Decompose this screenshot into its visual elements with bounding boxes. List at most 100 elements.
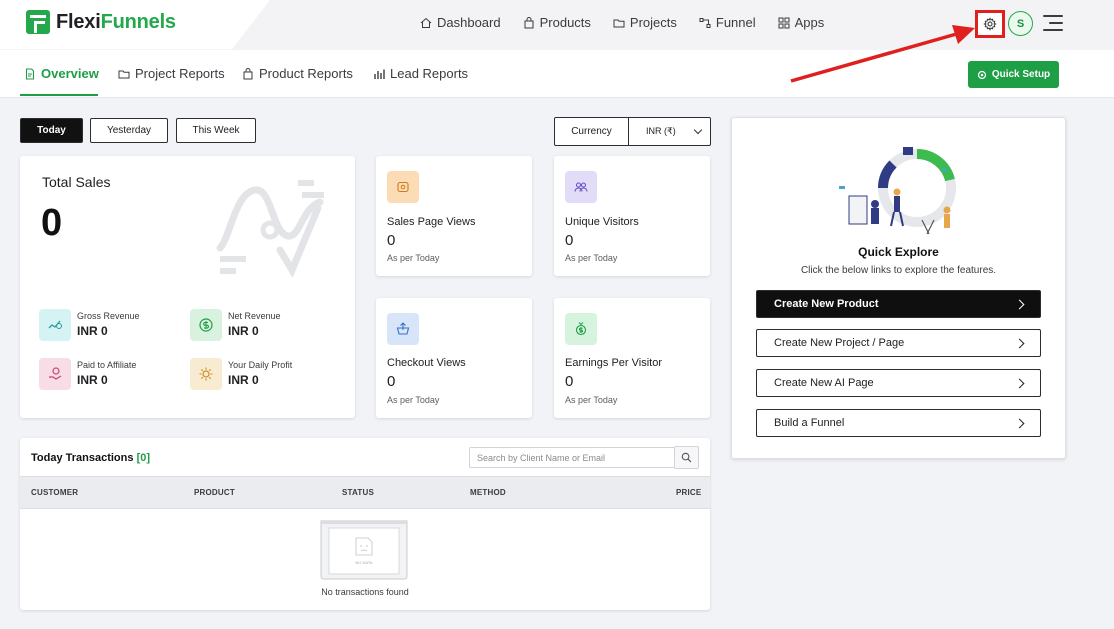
nav-dashboard[interactable]: Dashboard	[420, 15, 501, 30]
stat-subtext: As per Today	[565, 395, 618, 405]
chevron-right-icon	[1014, 299, 1025, 310]
create-new-project-button[interactable]: Create New Project / Page	[756, 329, 1041, 357]
folder-icon	[613, 19, 625, 27]
metric-label: Your Daily Profit	[228, 360, 293, 370]
metric-label: Net Revenue	[228, 311, 281, 321]
stat-value: 0	[387, 373, 396, 390]
filter-this-week-button[interactable]: This Week	[176, 118, 256, 143]
metric-label: Gross Revenue	[77, 311, 140, 321]
sun-icon	[190, 358, 222, 390]
column-product[interactable]: PRODUCT	[194, 488, 235, 497]
column-status[interactable]: STATUS	[342, 488, 374, 497]
user-avatar[interactable]: S	[1008, 11, 1033, 36]
stat-value: 0	[565, 232, 574, 249]
folder-icon	[118, 70, 130, 78]
hand-coin-icon	[39, 358, 71, 390]
build-funnel-label: Build a Funnel	[774, 417, 845, 429]
bag-icon	[243, 67, 253, 79]
gear-icon	[977, 70, 986, 79]
no-data-illustration-icon: NO DATA	[320, 520, 408, 580]
empty-state-text: No transactions found	[321, 587, 409, 597]
nav-funnel[interactable]: Funnel	[699, 15, 756, 30]
stat-value: 0	[565, 373, 574, 390]
stat-card-earnings-per-visitor: Earnings Per Visitor 0 As per Today	[554, 298, 710, 418]
metric-paid-to-affiliate: Paid to Affiliate INR 0	[39, 358, 136, 390]
revenue-icon	[39, 309, 71, 341]
tab-project-reports[interactable]: Project Reports	[118, 66, 225, 81]
transactions-search-input[interactable]: Search by Client Name or Email	[469, 447, 675, 468]
stat-subtext: As per Today	[387, 395, 440, 405]
stat-card-unique-visitors: Unique Visitors 0 As per Today	[554, 156, 710, 276]
create-new-project-label: Create New Project / Page	[774, 337, 905, 349]
users-icon	[565, 171, 597, 203]
home-icon	[420, 17, 432, 28]
nav-projects[interactable]: Projects	[613, 15, 677, 30]
settings-button[interactable]	[975, 10, 1005, 38]
no-data-badge: NO DATA	[355, 560, 373, 565]
logo-mark-icon	[26, 10, 50, 34]
column-method[interactable]: METHOD	[470, 488, 506, 497]
filter-today-button[interactable]: Today	[20, 118, 83, 143]
nav-products-label: Products	[539, 15, 591, 30]
nav-projects-label: Projects	[629, 15, 677, 30]
quick-explore-card: Quick Explore Click the below links to e…	[731, 117, 1066, 459]
column-price[interactable]: PRICE	[676, 488, 701, 497]
today-transactions-card: Today Transactions [0] Search by Client …	[20, 438, 710, 610]
create-new-ai-page-label: Create New AI Page	[774, 377, 874, 389]
column-customer[interactable]: CUSTOMER	[31, 488, 78, 497]
currency-label: Currency	[554, 117, 629, 146]
total-sales-card: Total Sales 0 Gross Revenue INR 0 Net Re…	[20, 156, 355, 418]
chevron-right-icon	[1014, 338, 1025, 349]
metric-label: Paid to Affiliate	[77, 360, 137, 370]
metric-value: INR 0	[228, 324, 259, 338]
tab-lead-reports[interactable]: Lead Reports	[373, 66, 468, 81]
total-sales-value: 0	[41, 202, 63, 244]
metric-value: INR 0	[228, 373, 259, 387]
stat-label: Sales Page Views	[387, 216, 476, 228]
quick-setup-button[interactable]: Quick Setup	[968, 61, 1059, 88]
sub-nav: Overview Project Reports Product Reports…	[0, 50, 1114, 98]
currency-select[interactable]: INR (₹)	[629, 117, 711, 146]
chevron-right-icon	[1014, 418, 1025, 429]
metric-net-revenue: Net Revenue INR 0	[190, 309, 281, 341]
dollar-coin-icon	[190, 309, 222, 341]
transactions-table-header: CUSTOMER PRODUCT STATUS METHOD PRICE	[20, 476, 710, 509]
stat-label: Unique Visitors	[565, 216, 639, 228]
search-icon	[681, 452, 692, 463]
quick-explore-subtitle: Click the below links to explore the fea…	[800, 265, 997, 276]
team-illustration-icon	[839, 147, 956, 235]
total-sales-title: Total Sales	[42, 174, 111, 190]
bar-chart-icon	[374, 69, 385, 79]
stat-card-sales-page-views: Sales Page Views 0 As per Today	[376, 156, 532, 276]
tab-project-reports-label: Project Reports	[135, 66, 225, 81]
basket-icon	[387, 313, 419, 345]
currency-selected-value: INR (₹)	[646, 126, 676, 136]
tab-overview[interactable]: Overview	[24, 66, 99, 81]
metric-gross-revenue: Gross Revenue INR 0	[39, 309, 140, 341]
metric-value: INR 0	[77, 324, 108, 338]
search-button[interactable]	[674, 446, 699, 469]
active-tab-indicator	[20, 94, 98, 96]
nav-apps[interactable]: Apps	[778, 15, 824, 30]
money-icon	[565, 313, 597, 345]
stat-label: Earnings Per Visitor	[565, 357, 663, 369]
build-funnel-button[interactable]: Build a Funnel	[756, 409, 1041, 437]
funnel-icon	[699, 17, 711, 28]
transactions-title: Today Transactions [0]	[31, 452, 151, 464]
top-header: FlexiFunnels Dashboard Products Projects…	[0, 0, 1114, 49]
brand-name: FlexiFunnels	[56, 10, 176, 33]
metric-daily-profit: Your Daily Profit INR 0	[190, 358, 292, 390]
menu-icon[interactable]	[1043, 15, 1063, 31]
filter-yesterday-button[interactable]: Yesterday	[90, 118, 168, 143]
tab-product-reports[interactable]: Product Reports	[242, 66, 353, 81]
tab-overview-label: Overview	[41, 66, 99, 81]
create-new-ai-page-button[interactable]: Create New AI Page	[756, 369, 1041, 397]
nav-products[interactable]: Products	[523, 15, 591, 30]
eye-icon	[387, 171, 419, 203]
create-new-product-button[interactable]: Create New Product	[756, 290, 1041, 318]
quick-setup-label: Quick Setup	[991, 69, 1051, 80]
brand-logo[interactable]: FlexiFunnels	[26, 10, 176, 34]
stat-subtext: As per Today	[565, 253, 618, 263]
bag-icon	[524, 16, 534, 28]
transactions-count: [0]	[136, 452, 151, 464]
